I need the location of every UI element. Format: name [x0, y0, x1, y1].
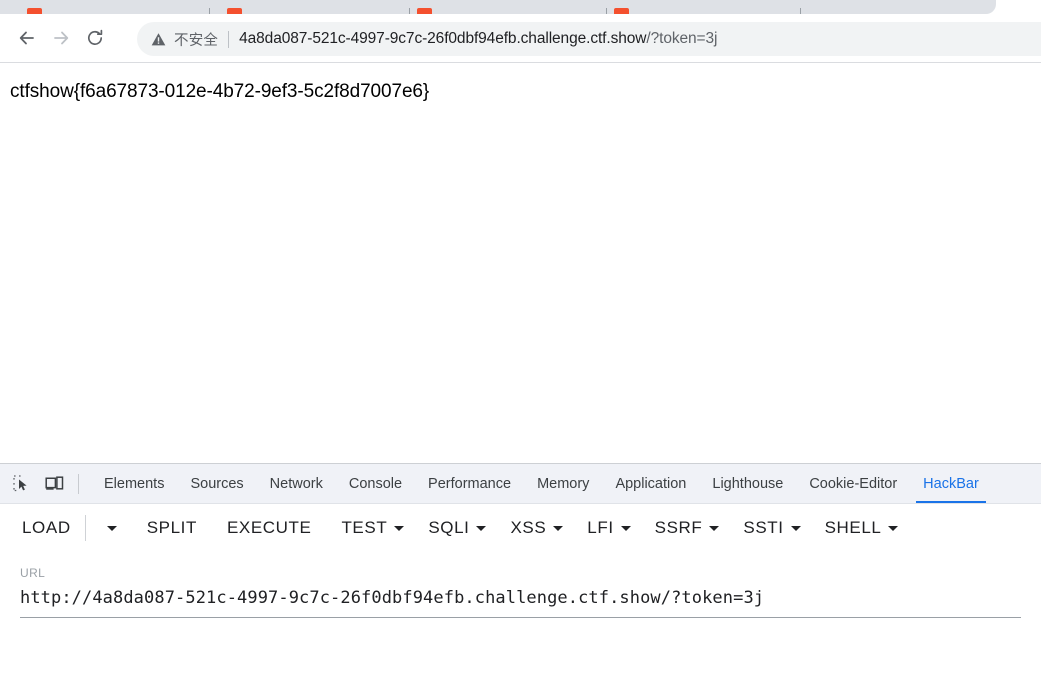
warning-triangle-icon[interactable]: [151, 32, 166, 47]
tab-memory[interactable]: Memory: [524, 464, 602, 503]
hackbar-load-button[interactable]: LOAD: [22, 518, 71, 538]
page-flag-text: ctfshow{f6a67873-012e-4b72-9ef3-5c2f8d70…: [10, 81, 430, 102]
page-viewport: ctfshow{f6a67873-012e-4b72-9ef3-5c2f8d70…: [0, 63, 1041, 463]
tab-cookie-editor[interactable]: Cookie-Editor: [796, 464, 910, 503]
chevron-down-icon: [553, 525, 564, 531]
tab-performance[interactable]: Performance: [415, 464, 524, 503]
omnibox-separator: [228, 30, 230, 48]
address-bar[interactable]: 不安全 4a8da087-521c-4997-9c7c-26f0dbf94efb…: [137, 22, 1041, 56]
tab-label: Memory: [537, 475, 590, 492]
chevron-down-icon: [790, 525, 801, 531]
forward-button[interactable]: [46, 23, 76, 53]
tab-hackbar[interactable]: HackBar: [910, 464, 992, 503]
chevron-down-icon: [888, 525, 899, 531]
hackbar-ssti-button[interactable]: SSTI: [743, 518, 801, 538]
hackbar-execute-button[interactable]: EXECUTE: [227, 518, 312, 538]
hackbar-panel: LOAD SPLIT EXECUTE TEST SQLI XSS LFI SSR…: [0, 504, 1041, 677]
hackbar-load-dropdown[interactable]: [100, 525, 117, 531]
hackbar-split-button[interactable]: SPLIT: [147, 518, 197, 538]
tab-elements[interactable]: Elements: [91, 464, 177, 503]
chevron-down-icon: [476, 525, 487, 531]
chevron-down-icon: [106, 525, 117, 531]
button-label: SPLIT: [146, 518, 197, 537]
chevron-down-icon: [709, 525, 720, 531]
url-host: 4a8da087-521c-4997-9c7c-26f0dbf94efb.cha…: [239, 30, 647, 47]
hackbar-test-button[interactable]: TEST: [341, 518, 405, 538]
devtools-icon-separator: [78, 473, 79, 494]
tab-label: Performance: [428, 475, 512, 492]
button-label: EXECUTE: [226, 518, 312, 537]
tab-console[interactable]: Console: [336, 464, 415, 503]
tabstrip-background: [0, 0, 996, 14]
hackbar-url-field: URL http://4a8da087-521c-4997-9c7c-26f0d…: [20, 566, 1021, 618]
device-toolbar-button[interactable]: [39, 469, 69, 499]
tab-sources[interactable]: Sources: [177, 464, 256, 503]
tab-label: HackBar: [923, 475, 979, 492]
browser-chrome: 不安全 4a8da087-521c-4997-9c7c-26f0dbf94efb…: [0, 0, 1041, 63]
url-field-label: URL: [20, 566, 46, 580]
browser-tabstrip: [0, 0, 1041, 14]
button-label: XSS: [510, 518, 547, 537]
chevron-down-icon: [620, 525, 631, 531]
hackbar-shell-button[interactable]: SHELL: [825, 518, 899, 538]
hackbar-lfi-button[interactable]: LFI: [587, 518, 631, 538]
url-path: /?token=3j: [646, 30, 718, 47]
security-status-label: 不安全: [174, 32, 219, 49]
tab-label: Lighthouse: [712, 475, 784, 492]
tab-label: Cookie-Editor: [809, 475, 898, 492]
hackbar-load-separator: [84, 515, 86, 541]
tab-label: Application: [615, 475, 687, 492]
button-label: SSTI: [743, 518, 784, 537]
button-label: SSRF: [654, 518, 703, 537]
browser-toolbar: 不安全 4a8da087-521c-4997-9c7c-26f0dbf94efb…: [0, 14, 1041, 62]
tab-lighthouse[interactable]: Lighthouse: [699, 464, 796, 503]
tab-label: Console: [348, 475, 403, 492]
button-label: SHELL: [824, 518, 882, 537]
tab-network[interactable]: Network: [257, 464, 336, 503]
hackbar-toolbar: LOAD SPLIT EXECUTE TEST SQLI XSS LFI SSR…: [0, 504, 1041, 552]
button-label: TEST: [341, 518, 388, 537]
chevron-down-icon: [394, 525, 405, 531]
hackbar-sqli-button[interactable]: SQLI: [428, 518, 487, 538]
tab-label: Sources: [190, 475, 244, 492]
arrow-right-icon: [51, 28, 71, 48]
back-button[interactable]: [12, 23, 42, 53]
url-input[interactable]: http://4a8da087-521c-4997-9c7c-26f0dbf94…: [20, 588, 1021, 618]
tab-label: Network: [269, 475, 323, 492]
tab-application[interactable]: Application: [602, 464, 699, 503]
hackbar-xss-button[interactable]: XSS: [510, 518, 564, 538]
address-bar-url: 4a8da087-521c-4997-9c7c-26f0dbf94efb.cha…: [239, 30, 717, 48]
devtools-panel: Elements Sources Network Console Perform…: [0, 463, 1041, 677]
device-toolbar-icon: [44, 475, 64, 493]
reload-icon: [85, 28, 105, 48]
button-label: LOAD: [22, 518, 71, 537]
hackbar-ssrf-button[interactable]: SSRF: [655, 518, 720, 538]
inspect-element-button[interactable]: [7, 469, 37, 499]
reload-button[interactable]: [80, 23, 110, 53]
tab-label: Elements: [104, 475, 165, 492]
button-label: LFI: [587, 518, 614, 537]
button-label: SQLI: [428, 518, 470, 537]
arrow-left-icon: [17, 28, 37, 48]
inspect-element-icon: [13, 474, 31, 493]
devtools-tabbar: Elements Sources Network Console Perform…: [0, 464, 1041, 504]
